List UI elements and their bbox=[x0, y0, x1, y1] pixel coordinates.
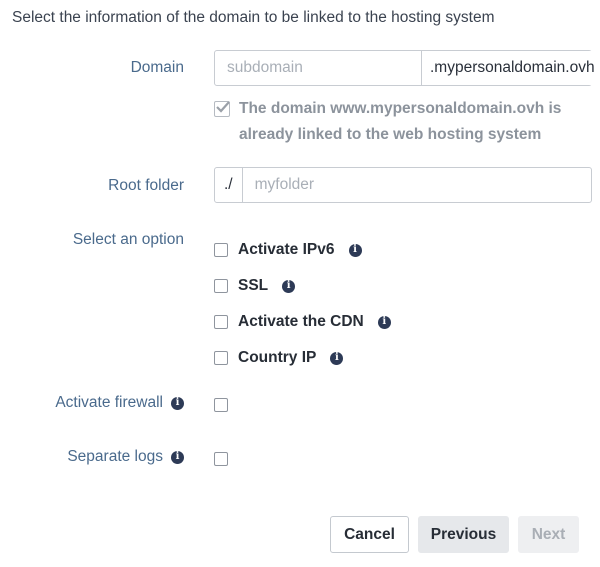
country-ip-label: Country IP bbox=[238, 349, 317, 366]
country-ip-checkbox[interactable] bbox=[214, 351, 228, 365]
info-icon[interactable]: i bbox=[377, 315, 391, 329]
next-button[interactable]: Next bbox=[518, 516, 579, 553]
firewall-label: Activate firewall bbox=[55, 394, 163, 411]
separate-logs-checkbox[interactable] bbox=[214, 452, 228, 466]
cdn-label: Activate the CDN bbox=[238, 313, 364, 330]
linked-text-line1: The domain www.mypersonaldomain.ovh is bbox=[239, 100, 562, 117]
previous-button[interactable]: Previous bbox=[418, 516, 509, 553]
separate-logs-label: Separate logs bbox=[67, 448, 163, 465]
root-folder-label: Root folder bbox=[108, 177, 184, 194]
form-intro: Select the information of the domain to … bbox=[12, 9, 495, 26]
options-list: Activate IPv6 i SSL i Activate the CDN i… bbox=[214, 232, 391, 376]
option-ssl[interactable]: SSL i bbox=[214, 268, 391, 304]
logs-label-group: Separate logs i bbox=[67, 448, 184, 466]
ssl-checkbox[interactable] bbox=[214, 279, 228, 293]
cancel-button[interactable]: Cancel bbox=[330, 516, 409, 553]
info-icon[interactable]: i bbox=[330, 351, 344, 365]
info-icon[interactable]: i bbox=[171, 396, 184, 410]
info-icon[interactable]: i bbox=[171, 450, 184, 464]
root-folder-input-group: ./ bbox=[214, 167, 592, 203]
domain-suffix: .mypersonaldomain.ovh bbox=[421, 51, 600, 85]
domain-label: Domain bbox=[130, 59, 184, 76]
linked-text: The domain www.mypersonaldomain.ovh is a… bbox=[239, 96, 561, 148]
ssl-label: SSL bbox=[238, 277, 269, 294]
ipv6-checkbox[interactable] bbox=[214, 243, 228, 257]
ipv6-label: Activate IPv6 bbox=[238, 241, 335, 258]
option-country-ip[interactable]: Country IP i bbox=[214, 340, 391, 376]
firewall-label-group: Activate firewall i bbox=[55, 394, 184, 412]
domain-input-group: .mypersonaldomain.ovh bbox=[214, 50, 600, 86]
domain-linked-notice: The domain www.mypersonaldomain.ovh is a… bbox=[214, 96, 584, 148]
cdn-checkbox[interactable] bbox=[214, 315, 228, 329]
subdomain-input[interactable] bbox=[215, 51, 421, 85]
linked-text-line2: already linked to the web hosting system bbox=[239, 126, 542, 143]
info-icon[interactable]: i bbox=[282, 279, 296, 293]
select-option-label: Select an option bbox=[72, 231, 184, 248]
info-icon[interactable]: i bbox=[348, 243, 362, 257]
option-cdn[interactable]: Activate the CDN i bbox=[214, 304, 391, 340]
root-folder-input[interactable] bbox=[242, 168, 591, 202]
checkmark-icon bbox=[216, 101, 230, 113]
linked-checkbox bbox=[214, 101, 230, 117]
firewall-checkbox[interactable] bbox=[214, 398, 228, 412]
option-ipv6[interactable]: Activate IPv6 i bbox=[214, 232, 391, 268]
root-folder-prefix: ./ bbox=[215, 168, 243, 202]
